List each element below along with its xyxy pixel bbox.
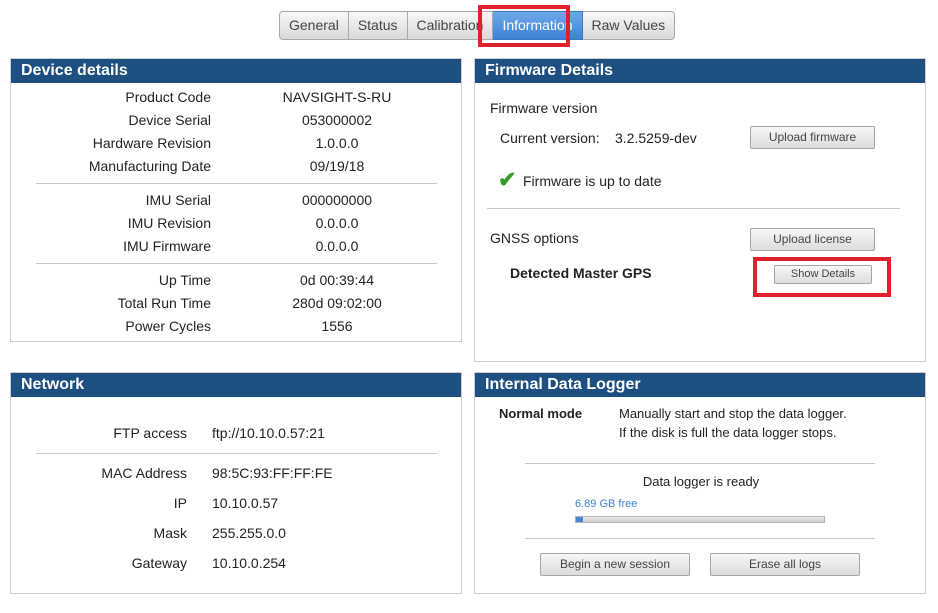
network-label: FTP access bbox=[113, 425, 187, 441]
network-title: Network bbox=[11, 373, 461, 397]
device-detail-value: 09/19/18 bbox=[309, 158, 365, 174]
tab-information[interactable]: Information bbox=[493, 11, 583, 40]
device-detail-value: NAVSIGHT-S-RU bbox=[282, 89, 392, 105]
divider bbox=[525, 463, 875, 464]
device-detail-label: IMU Firmware bbox=[123, 238, 211, 254]
tab-bar: General Status Calibration Information R… bbox=[279, 11, 676, 40]
current-version-value: 3.2.5259-dev bbox=[615, 130, 697, 146]
mode-description-line-2: If the disk is full the data logger stop… bbox=[619, 425, 837, 440]
logger-status: Data logger is ready bbox=[642, 474, 760, 489]
begin-new-session-button[interactable]: Begin a new session bbox=[540, 553, 690, 576]
tab-status[interactable]: Status bbox=[348, 11, 408, 40]
network-label: IP bbox=[173, 495, 187, 511]
device-detail-value: 1556 bbox=[321, 318, 353, 334]
device-detail-label: Product Code bbox=[125, 89, 211, 105]
divider bbox=[487, 208, 900, 209]
device-detail-label: Device Serial bbox=[128, 112, 211, 128]
device-detail-label: Manufacturing Date bbox=[88, 158, 211, 174]
device-detail-label: Up Time bbox=[158, 272, 211, 288]
device-detail-label: Total Run Time bbox=[117, 295, 211, 311]
upload-firmware-button[interactable]: Upload firmware bbox=[750, 126, 875, 149]
device-detail-label: IMU Revision bbox=[127, 215, 211, 231]
free-space-label: 6.89 GB free bbox=[575, 498, 638, 510]
check-icon: ✔ bbox=[498, 167, 517, 192]
disk-usage-bar bbox=[575, 516, 825, 523]
network-value: 10.10.0.57 bbox=[212, 495, 279, 511]
divider bbox=[525, 538, 875, 539]
tab-raw-values[interactable]: Raw Values bbox=[582, 11, 676, 40]
device-detail-label: Hardware Revision bbox=[92, 135, 211, 151]
device-detail-value: 053000002 bbox=[301, 112, 373, 128]
tab-calibration[interactable]: Calibration bbox=[407, 11, 494, 40]
divider bbox=[36, 263, 437, 264]
gnss-options-heading: GNSS options bbox=[490, 230, 579, 246]
erase-all-logs-button[interactable]: Erase all logs bbox=[710, 553, 860, 576]
firmware-details-panel: Firmware Details Firmware version Curren… bbox=[474, 58, 926, 362]
device-detail-value: 0.0.0.0 bbox=[315, 215, 359, 231]
firmware-status: Firmware is up to date bbox=[523, 173, 662, 189]
network-value: 255.255.0.0 bbox=[212, 525, 286, 541]
show-details-button[interactable]: Show Details bbox=[774, 265, 872, 284]
network-label: MAC Address bbox=[101, 465, 187, 481]
device-details-title: Device details bbox=[11, 59, 461, 83]
current-version-label: Current version: bbox=[500, 130, 600, 146]
tab-general[interactable]: General bbox=[279, 11, 349, 40]
data-logger-panel: Internal Data Logger Normal mode Manuall… bbox=[474, 372, 926, 594]
disk-usage-fill bbox=[576, 517, 584, 522]
firmware-details-title: Firmware Details bbox=[475, 59, 925, 83]
network-label: Gateway bbox=[131, 555, 187, 571]
device-detail-value: 1.0.0.0 bbox=[315, 135, 359, 151]
network-value: 10.10.0.254 bbox=[212, 555, 286, 571]
device-details-panel: Device details Product Code NAVSIGHT-S-RU… bbox=[10, 58, 462, 342]
device-detail-label: IMU Serial bbox=[145, 192, 211, 208]
network-label: Mask bbox=[153, 525, 187, 541]
upload-license-button[interactable]: Upload license bbox=[750, 228, 875, 251]
device-detail-value: 0.0.0.0 bbox=[315, 238, 359, 254]
device-detail-label: Power Cycles bbox=[125, 318, 211, 334]
network-value: 98:5C:93:FF:FF:FE bbox=[212, 465, 333, 481]
firmware-version-heading: Firmware version bbox=[490, 100, 598, 116]
normal-mode-label: Normal mode bbox=[499, 406, 583, 421]
network-value: ftp://10.10.0.57:21 bbox=[212, 425, 325, 441]
detected-master-gps: Detected Master GPS bbox=[510, 265, 652, 281]
data-logger-title: Internal Data Logger bbox=[475, 373, 925, 397]
mode-description-line-1: Manually start and stop the data logger. bbox=[619, 406, 847, 421]
network-panel: Network FTP access ftp://10.10.0.57:21 MAC… bbox=[10, 372, 462, 594]
device-detail-value: 000000000 bbox=[301, 192, 373, 208]
device-detail-value: 0d 00:39:44 bbox=[300, 272, 374, 288]
divider bbox=[36, 453, 437, 454]
device-detail-value: 280d 09:02:00 bbox=[292, 295, 382, 311]
divider bbox=[36, 183, 437, 184]
